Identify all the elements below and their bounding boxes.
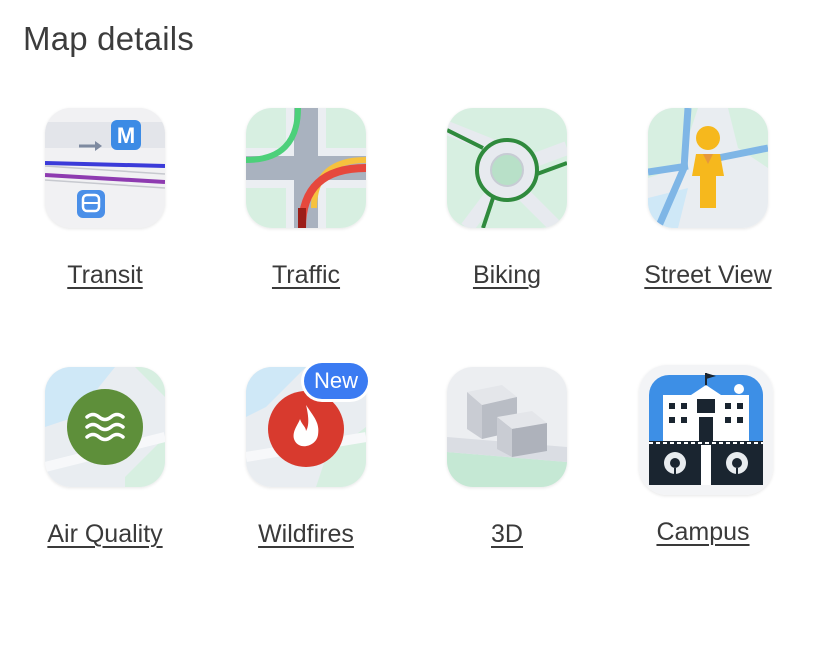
layer-label-air-quality[interactable]: Air Quality (10, 520, 200, 549)
layer-label-traffic[interactable]: Traffic (211, 261, 401, 290)
new-badge: New (304, 363, 369, 399)
street-view-icon[interactable] (648, 108, 768, 228)
3d-icon[interactable] (447, 367, 567, 487)
layer-label-wildfires[interactable]: Wildfires (211, 520, 401, 549)
page-title: Map details (23, 20, 194, 57)
svg-text:M: M (117, 123, 135, 148)
campus-icon[interactable] (639, 365, 773, 495)
layer-label-street-view[interactable]: Street View (613, 261, 803, 290)
layer-label-campus[interactable]: Campus (608, 518, 798, 547)
layer-label-transit[interactable]: Transit (10, 261, 200, 290)
air-quality-icon[interactable] (45, 367, 165, 487)
layer-label-3d[interactable]: 3D (412, 520, 602, 549)
traffic-icon[interactable] (246, 108, 366, 228)
biking-icon[interactable] (447, 108, 567, 228)
transit-icon[interactable]: M (45, 108, 165, 228)
layer-label-biking[interactable]: Biking (412, 261, 602, 290)
